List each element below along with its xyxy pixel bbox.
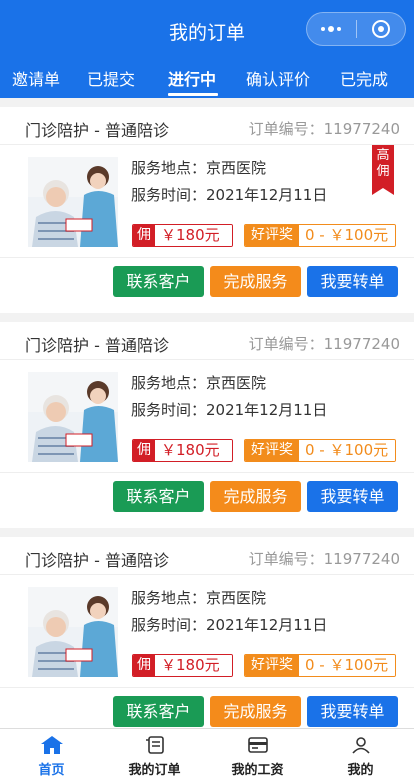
- order-card-header: 门诊陪护 - 普通陪诊 订单编号：11977240: [0, 322, 414, 360]
- order-card: 门诊陪护 - 普通陪诊 订单编号：11977240 服务地点：京西医院 服务时间…: [0, 322, 414, 528]
- contact-customer-button[interactable]: 联系客户: [113, 266, 204, 297]
- commission-tag: 佣 ￥180元: [132, 439, 233, 462]
- nav-profile-label: 我的: [347, 763, 374, 778]
- service-location: 服务地点：京西医院: [131, 159, 267, 177]
- tab-invitations[interactable]: 邀请单: [12, 66, 60, 90]
- card-divider: [0, 687, 414, 688]
- tab-in-progress[interactable]: 进行中: [168, 66, 216, 90]
- reward-label: 好评奖: [245, 440, 299, 461]
- more-dots-icon[interactable]: [307, 13, 356, 45]
- reward-label: 好评奖: [245, 225, 299, 246]
- tab-completed[interactable]: 已完成: [340, 66, 388, 90]
- caregiver-photo: [28, 157, 118, 247]
- nav-profile[interactable]: 我的: [309, 729, 412, 780]
- target-circle-icon[interactable]: [357, 13, 406, 45]
- order-card-header: 门诊陪护 - 普通陪诊 订单编号：11977240: [0, 537, 414, 575]
- service-title: 门诊陪护 - 普通陪诊: [25, 121, 169, 140]
- commission-label: 佣: [133, 655, 155, 676]
- order-number: 订单编号：11977240: [248, 120, 400, 138]
- commission-value: ￥180元: [155, 440, 232, 461]
- active-tab-indicator: [168, 93, 218, 96]
- service-time: 服务时间：2021年12月11日: [131, 401, 328, 419]
- contact-customer-button[interactable]: 联系客户: [113, 481, 204, 512]
- nav-my-salary[interactable]: 我的工资: [206, 729, 309, 780]
- review-reward-tag: 好评奖 0 - ￥100元: [244, 654, 396, 677]
- commission-label: 佣: [133, 440, 155, 461]
- tab-confirm-review[interactable]: 确认评价: [246, 66, 310, 90]
- order-card-header: 门诊陪护 - 普通陪诊 订单编号：11977240: [0, 107, 414, 145]
- transfer-order-button[interactable]: 我要转单: [307, 266, 398, 297]
- caregiver-photo: [28, 587, 118, 677]
- transfer-order-button[interactable]: 我要转单: [307, 696, 398, 727]
- order-number: 订单编号：11977240: [248, 335, 400, 353]
- commission-tag: 佣 ￥180元: [132, 654, 233, 677]
- complete-service-button[interactable]: 完成服务: [210, 696, 301, 727]
- commission-label: 佣: [133, 225, 155, 246]
- service-location: 服务地点：京西医院: [131, 374, 267, 392]
- commission-value: ￥180元: [155, 655, 232, 676]
- commission-tag: 佣 ￥180元: [132, 224, 233, 247]
- commission-value: ￥180元: [155, 225, 232, 246]
- nav-my-orders-label: 我的订单: [128, 763, 181, 778]
- reward-value: 0 - ￥100元: [299, 655, 395, 676]
- order-card: 门诊陪护 - 普通陪诊 订单编号：11977240 服务地点：京西医院 服务时间…: [0, 537, 414, 743]
- reward-label: 好评奖: [245, 655, 299, 676]
- complete-service-button[interactable]: 完成服务: [210, 481, 301, 512]
- order-card: 门诊陪护 - 普通陪诊 订单编号：11977240 服务地点：京西医院 服务时间…: [0, 107, 414, 313]
- card-divider: [0, 472, 414, 473]
- service-title: 门诊陪护 - 普通陪诊: [25, 551, 169, 570]
- service-title: 门诊陪护 - 普通陪诊: [25, 336, 169, 355]
- bottom-tab-bar: 首页 我的订单 我的工资 我的: [0, 728, 414, 780]
- card-divider: [0, 257, 414, 258]
- complete-service-button[interactable]: 完成服务: [210, 266, 301, 297]
- home-icon: [41, 736, 63, 754]
- service-location: 服务地点：京西医院: [131, 589, 267, 607]
- service-time: 服务时间：2021年12月11日: [131, 616, 328, 634]
- service-time: 服务时间：2021年12月11日: [131, 186, 328, 204]
- review-reward-tag: 好评奖 0 - ￥100元: [244, 224, 396, 247]
- header-bar: 我的订单 邀请单 已提交 进行中 确认评价 已完成: [0, 0, 414, 98]
- wallet-icon: [248, 737, 268, 753]
- review-reward-tag: 好评奖 0 - ￥100元: [244, 439, 396, 462]
- caregiver-photo: [28, 372, 118, 462]
- contact-customer-button[interactable]: 联系客户: [113, 696, 204, 727]
- reward-value: 0 - ￥100元: [299, 440, 395, 461]
- nav-home[interactable]: 首页: [0, 729, 103, 780]
- order-number: 订单编号：11977240: [248, 550, 400, 568]
- nav-home-label: 首页: [38, 763, 65, 778]
- mini-program-capsule: [306, 12, 406, 46]
- reward-value: 0 - ￥100元: [299, 225, 395, 246]
- transfer-order-button[interactable]: 我要转单: [307, 481, 398, 512]
- tab-submitted[interactable]: 已提交: [87, 66, 135, 90]
- order-icon: [146, 736, 164, 754]
- nav-my-salary-label: 我的工资: [231, 763, 284, 778]
- high-commission-badge: 高佣: [372, 145, 394, 195]
- user-icon: [352, 737, 370, 754]
- nav-my-orders[interactable]: 我的订单: [103, 729, 206, 780]
